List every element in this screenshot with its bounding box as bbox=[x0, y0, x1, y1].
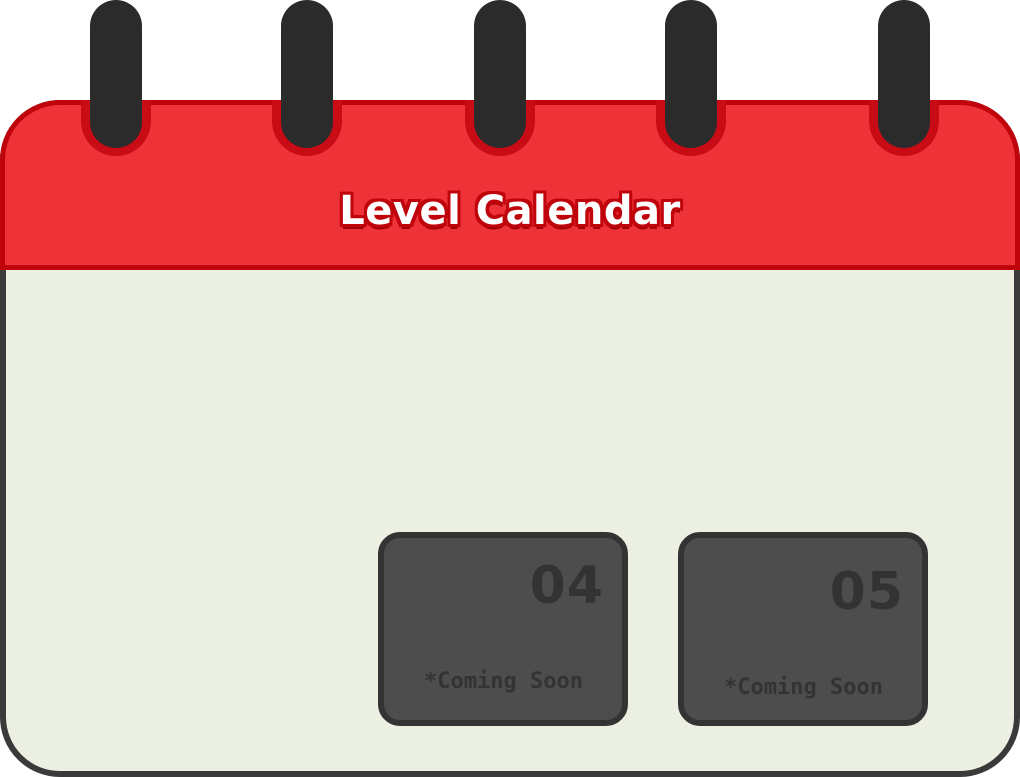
binder-ring-icon bbox=[665, 0, 717, 148]
level-number: 04 bbox=[529, 556, 604, 616]
level-number: 05 bbox=[829, 562, 904, 622]
binder-ring-icon bbox=[281, 0, 333, 148]
level-card-05[interactable]: 05 *Coming Soon bbox=[678, 532, 928, 726]
coming-soon-label: *Coming Soon bbox=[424, 669, 583, 694]
binder-ring-icon bbox=[474, 0, 526, 148]
binder-ring-icon bbox=[878, 0, 930, 148]
coming-soon-label: *Coming Soon bbox=[724, 675, 883, 700]
level-card-04[interactable]: 04 *Coming Soon bbox=[378, 532, 628, 726]
binder-ring-icon bbox=[90, 0, 142, 148]
calendar-title: Level Calendar bbox=[339, 188, 681, 234]
